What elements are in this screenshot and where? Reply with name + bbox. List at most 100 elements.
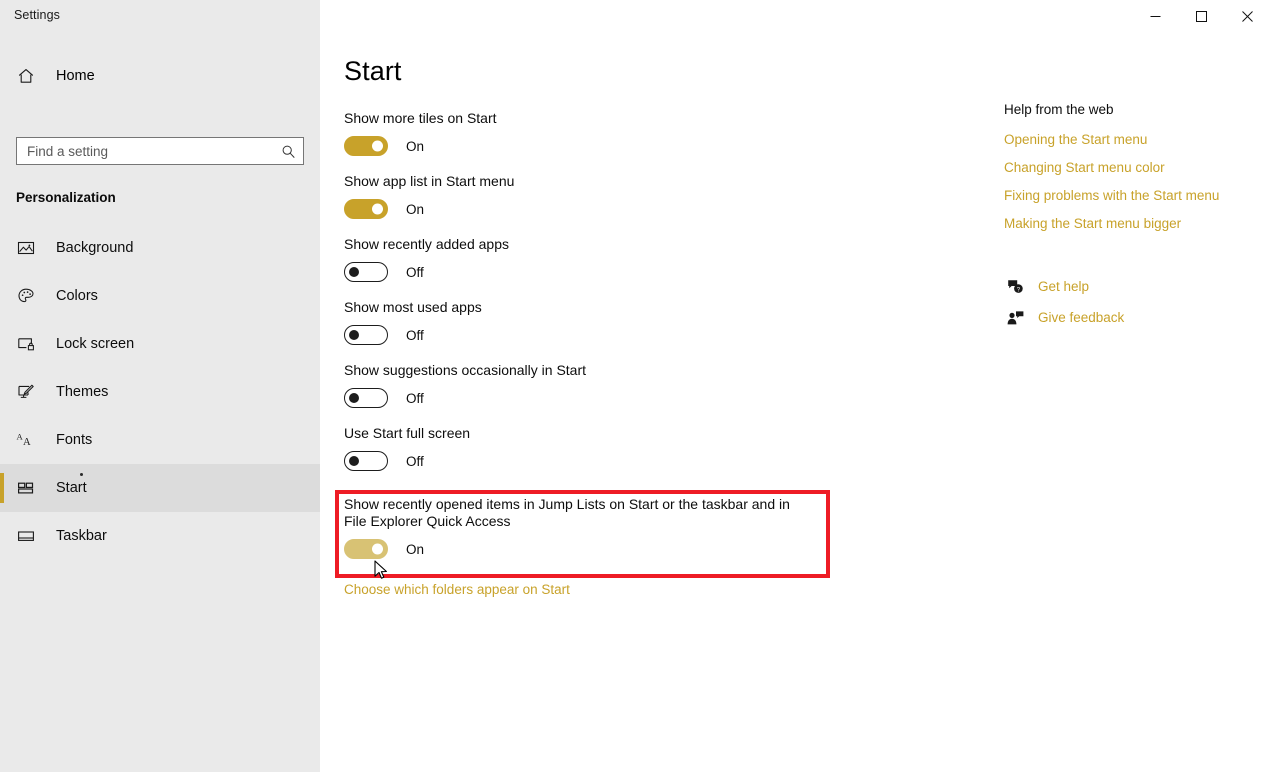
setting-label: Use Start full screen bbox=[344, 425, 471, 441]
minimize-icon bbox=[1150, 15, 1160, 17]
setting-recently-added-apps: Show recently added apps Off bbox=[344, 236, 884, 285]
sidebar-item-label: Background bbox=[56, 240, 134, 256]
image-icon bbox=[6, 239, 46, 257]
toggle-jump-lists[interactable] bbox=[344, 539, 388, 559]
palette-icon bbox=[6, 287, 46, 305]
svg-text:A: A bbox=[23, 437, 31, 448]
help-link-making-start-menu-bigger[interactable]: Making the Start menu bigger bbox=[1004, 216, 1254, 231]
window-controls bbox=[1132, 0, 1270, 32]
setting-show-app-list: Show app list in Start menu On bbox=[344, 173, 884, 222]
toggle-suggestions[interactable] bbox=[344, 388, 388, 408]
toggle-start-full-screen[interactable] bbox=[344, 451, 388, 471]
toggle-knob bbox=[349, 267, 359, 277]
sidebar: Home Personalization bbox=[0, 32, 320, 772]
get-help-label: Get help bbox=[1038, 279, 1090, 294]
home-icon bbox=[6, 67, 46, 85]
setting-most-used-apps: Show most used apps Off bbox=[344, 299, 884, 348]
taskbar-icon bbox=[6, 527, 46, 545]
toggle-recently-added-apps[interactable] bbox=[344, 262, 388, 282]
toggle-knob bbox=[372, 543, 383, 555]
sidebar-item-label: Colors bbox=[56, 288, 98, 304]
sidebar-item-home[interactable]: Home bbox=[0, 58, 320, 94]
settings-window: Settings Home Find a setting Personaliza… bbox=[0, 0, 1270, 772]
maximize-icon bbox=[1195, 10, 1207, 22]
maximize-button[interactable] bbox=[1178, 0, 1224, 32]
toggle-state-label: On bbox=[406, 541, 425, 557]
help-panel-title: Help from the web bbox=[1004, 102, 1114, 117]
sidebar-item-taskbar[interactable]: Taskbar bbox=[0, 512, 320, 560]
sidebar-nav-list: Background Colors Lock screen Themes A A… bbox=[0, 224, 320, 560]
toggle-most-used-apps[interactable] bbox=[344, 325, 388, 345]
title-bar: Settings bbox=[0, 0, 1270, 32]
toggle-row: Off bbox=[344, 385, 884, 411]
sidebar-section-title: Personalization bbox=[16, 190, 116, 205]
sidebar-item-label: Themes bbox=[56, 384, 109, 400]
toggle-state-label: On bbox=[406, 138, 425, 154]
toggle-knob bbox=[349, 330, 359, 340]
help-panel: Help from the web Opening the Start menu… bbox=[1004, 102, 1254, 333]
toggle-knob bbox=[349, 393, 359, 403]
toggle-row: On bbox=[344, 196, 884, 222]
setting-show-more-tiles: Show more tiles on Start On bbox=[344, 110, 884, 159]
setting-label: Show most used apps bbox=[344, 299, 482, 315]
search-box[interactable] bbox=[16, 137, 304, 165]
search-icon[interactable] bbox=[273, 144, 303, 159]
brush-icon bbox=[6, 383, 46, 401]
choose-folders-link[interactable]: Choose which folders appear on Start bbox=[344, 582, 570, 597]
feedback-person-icon bbox=[1004, 310, 1026, 326]
sidebar-item-fonts[interactable]: A A Fonts bbox=[0, 416, 320, 464]
setting-label: Show recently added apps bbox=[344, 236, 509, 252]
give-feedback-action[interactable]: Give feedback bbox=[1004, 302, 1254, 333]
search-input[interactable] bbox=[17, 138, 273, 164]
sidebar-item-background[interactable]: Background bbox=[0, 224, 320, 272]
page-title: Start bbox=[344, 56, 402, 86]
toggle-show-app-list[interactable] bbox=[344, 199, 388, 219]
toggle-state-label: Off bbox=[406, 264, 424, 280]
setting-suggestions: Show suggestions occasionally in Start O… bbox=[344, 362, 884, 411]
setting-label: Show app list in Start menu bbox=[344, 173, 515, 189]
setting-start-full-screen: Use Start full screen Off bbox=[344, 425, 884, 474]
toggle-state-label: On bbox=[406, 201, 425, 217]
window-title: Settings bbox=[14, 8, 60, 22]
help-link-changing-start-menu-color[interactable]: Changing Start menu color bbox=[1004, 160, 1254, 175]
close-icon bbox=[1241, 10, 1253, 22]
toggle-state-label: Off bbox=[406, 390, 424, 406]
toggle-knob bbox=[372, 140, 383, 152]
toggle-row: On bbox=[344, 133, 884, 159]
fonts-icon: A A bbox=[6, 431, 46, 449]
setting-jump-lists: Show recently opened items in Jump Lists… bbox=[335, 490, 884, 578]
toggle-knob bbox=[349, 456, 359, 466]
sidebar-item-label: Fonts bbox=[56, 432, 93, 448]
setting-label: Show more tiles on Start bbox=[344, 110, 497, 126]
toggle-show-more-tiles[interactable] bbox=[344, 136, 388, 156]
sidebar-item-lock-screen[interactable]: Lock screen bbox=[0, 320, 320, 368]
main-content: Start Show more tiles on Start On Show a… bbox=[320, 32, 1270, 772]
toggle-row: Off bbox=[344, 448, 884, 474]
start-tiles-icon bbox=[6, 479, 46, 497]
toggle-state-label: Off bbox=[406, 453, 424, 469]
sidebar-item-themes[interactable]: Themes bbox=[0, 368, 320, 416]
get-help-action[interactable]: ? Get help bbox=[1004, 271, 1254, 302]
toggle-state-label: Off bbox=[406, 327, 424, 343]
selection-accent-bar bbox=[0, 473, 4, 503]
help-link-opening-start-menu[interactable]: Opening the Start menu bbox=[1004, 132, 1254, 147]
sidebar-item-label: Start bbox=[56, 480, 87, 496]
sidebar-item-colors[interactable]: Colors bbox=[0, 272, 320, 320]
lock-screen-icon bbox=[6, 335, 46, 353]
settings-list: Show more tiles on Start On Show app lis… bbox=[335, 110, 884, 599]
minimize-button[interactable] bbox=[1132, 0, 1178, 32]
toggle-row: On bbox=[344, 536, 884, 562]
help-actions: ? Get help Give feedback bbox=[1004, 271, 1254, 333]
give-feedback-label: Give feedback bbox=[1038, 310, 1125, 325]
help-link-fixing-problems[interactable]: Fixing problems with the Start menu bbox=[1004, 188, 1254, 203]
close-button[interactable] bbox=[1224, 0, 1270, 32]
sidebar-item-label: Lock screen bbox=[56, 336, 135, 352]
title-bar-right-pane bbox=[320, 0, 1270, 32]
sidebar-home-label: Home bbox=[56, 68, 95, 84]
sidebar-item-label: Taskbar bbox=[56, 528, 107, 544]
toggle-knob bbox=[372, 203, 383, 215]
sidebar-item-start[interactable]: Start bbox=[0, 464, 320, 512]
question-bubble-icon: ? bbox=[1004, 279, 1026, 295]
status-dot bbox=[80, 473, 83, 476]
setting-label: Show suggestions occasionally in Start bbox=[344, 362, 587, 378]
